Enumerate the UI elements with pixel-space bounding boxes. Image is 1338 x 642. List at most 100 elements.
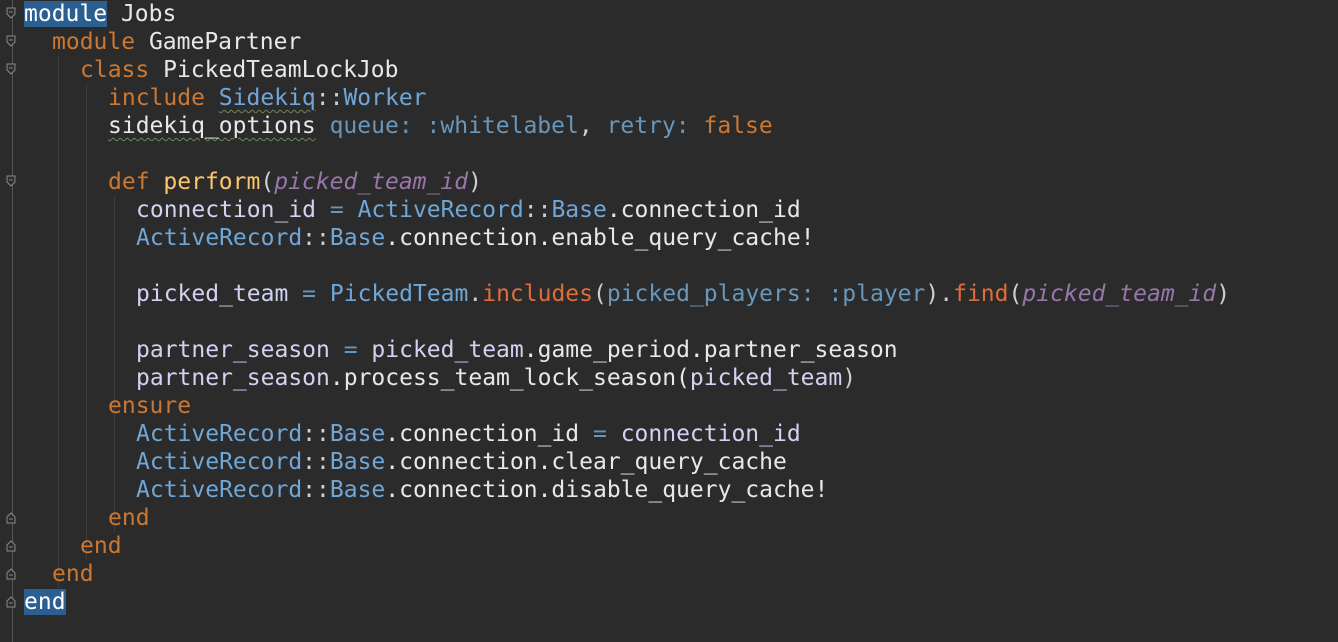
scope-operator: :: — [302, 449, 330, 475]
code-line[interactable]: class PickedTeamLockJob — [80, 56, 399, 84]
code-line[interactable]: picked_team = PickedTeam.includes(picked… — [136, 280, 1230, 308]
indent-guide — [86, 84, 87, 560]
code-line[interactable]: partner_season.process_team_lock_season(… — [136, 364, 856, 392]
module-name: Jobs — [107, 1, 177, 27]
scope-operator: :: — [315, 85, 344, 111]
method-chain: .connection_id — [385, 421, 580, 447]
local-variable: partner_season — [136, 365, 330, 391]
hash-key: picked_players: — [606, 281, 815, 307]
local-variable: picked_team — [689, 365, 843, 391]
keyword-end: end — [24, 589, 66, 615]
fold-close-icon[interactable] — [6, 539, 16, 552]
assign-operator: = — [288, 281, 330, 307]
constant-activerecord: ActiveRecord — [136, 225, 303, 251]
method-chain: .connection_id — [606, 197, 801, 223]
fold-open-icon[interactable] — [6, 175, 16, 188]
hash-key: retry: — [606, 113, 690, 139]
code-line[interactable]: end — [52, 560, 94, 588]
keyword-include: include — [108, 85, 205, 111]
method-chain: .connection.clear_query_cache — [385, 449, 787, 475]
paren: ) — [925, 281, 940, 307]
scope-operator: :: — [302, 477, 330, 503]
keyword-class: class — [80, 57, 150, 83]
keyword-ensure: ensure — [108, 393, 192, 419]
method-name: perform — [163, 169, 261, 195]
hash-key: queue: — [329, 113, 413, 139]
keyword-end: end — [108, 505, 150, 531]
local-variable: partner_season — [136, 337, 330, 363]
constant-worker: Worker — [343, 85, 427, 111]
fold-open-icon[interactable] — [6, 35, 16, 48]
fold-close-icon[interactable] — [6, 595, 16, 608]
code-line[interactable]: sidekiq_options queue: :whitelabel, retr… — [108, 112, 773, 140]
fold-close-icon[interactable] — [6, 511, 16, 524]
keyword-module: module — [24, 1, 108, 27]
dot: . — [939, 281, 954, 307]
dot: . — [468, 281, 483, 307]
comma: , — [578, 113, 607, 139]
code-line[interactable]: def perform(picked_team_id) — [108, 168, 482, 196]
paren: ( — [260, 169, 275, 195]
scope-operator: :: — [302, 225, 330, 251]
fold-close-icon[interactable] — [6, 567, 16, 580]
indent-guide — [58, 56, 59, 588]
code-line[interactable]: ActiveRecord::Base.connection.disable_qu… — [136, 476, 828, 504]
code-line[interactable]: end — [80, 532, 122, 560]
paren: ) — [1216, 281, 1231, 307]
constant-activerecord: ActiveRecord — [136, 477, 303, 503]
code-line[interactable]: connection_id = ActiveRecord::Base.conne… — [136, 196, 801, 224]
assign-operator: = — [329, 337, 372, 363]
constant-sidekiq: Sidekiq — [218, 85, 316, 111]
symbol: :player — [828, 281, 926, 307]
constant-base: Base — [551, 197, 607, 223]
constant-base: Base — [329, 449, 386, 475]
indent-guide — [114, 196, 115, 532]
local-variable: picked_team — [136, 281, 289, 307]
paren: ( — [1008, 281, 1023, 307]
method-call: sidekiq_options — [108, 113, 316, 139]
code-line[interactable]: end — [24, 588, 66, 616]
assign-operator: = — [579, 421, 621, 447]
method-includes: includes — [482, 281, 593, 307]
constant-pickedteam: PickedTeam — [329, 281, 469, 307]
code-line[interactable]: include Sidekiq::Worker — [108, 84, 427, 112]
method-chain: .connection.disable_query_cache! — [385, 477, 829, 503]
fold-open-icon[interactable] — [6, 63, 16, 76]
parameter: picked_team_id — [1022, 281, 1217, 307]
code-editor[interactable]: module Jobs module GamePartner class Pic… — [0, 0, 1338, 642]
paren: ) — [842, 365, 857, 391]
code-line[interactable]: ensure — [108, 392, 191, 420]
constant-activerecord: ActiveRecord — [357, 197, 524, 223]
method-chain: .game_period.partner_season — [523, 337, 898, 363]
keyword-module: module — [52, 29, 136, 55]
code-line[interactable]: ActiveRecord::Base.connection_id = conne… — [136, 420, 801, 448]
code-line[interactable]: partner_season = picked_team.game_period… — [136, 336, 898, 364]
keyword-end: end — [52, 561, 94, 587]
code-line[interactable]: module GamePartner — [52, 28, 301, 56]
class-name: PickedTeamLockJob — [149, 57, 399, 83]
method-chain: .process_team_lock_season( — [329, 365, 690, 391]
local-variable: connection_id — [620, 421, 801, 447]
fold-open-icon[interactable] — [6, 7, 16, 20]
keyword-end: end — [80, 533, 122, 559]
module-name: GamePartner — [135, 29, 302, 55]
local-variable: connection_id — [136, 197, 317, 223]
symbol: :whitelabel — [426, 113, 579, 139]
constant-activerecord: ActiveRecord — [136, 449, 303, 475]
code-line[interactable]: module Jobs — [24, 0, 176, 28]
assign-operator: = — [316, 197, 358, 223]
code-line[interactable]: ActiveRecord::Base.connection.clear_quer… — [136, 448, 787, 476]
constant-base: Base — [329, 477, 386, 503]
code-line[interactable]: end — [108, 504, 150, 532]
paren: ) — [468, 169, 482, 195]
constant-base: Base — [329, 225, 386, 251]
code-line[interactable]: ActiveRecord::Base.connection.enable_que… — [136, 224, 815, 252]
editor-gutter — [0, 0, 22, 642]
keyword-false: false — [703, 113, 773, 139]
